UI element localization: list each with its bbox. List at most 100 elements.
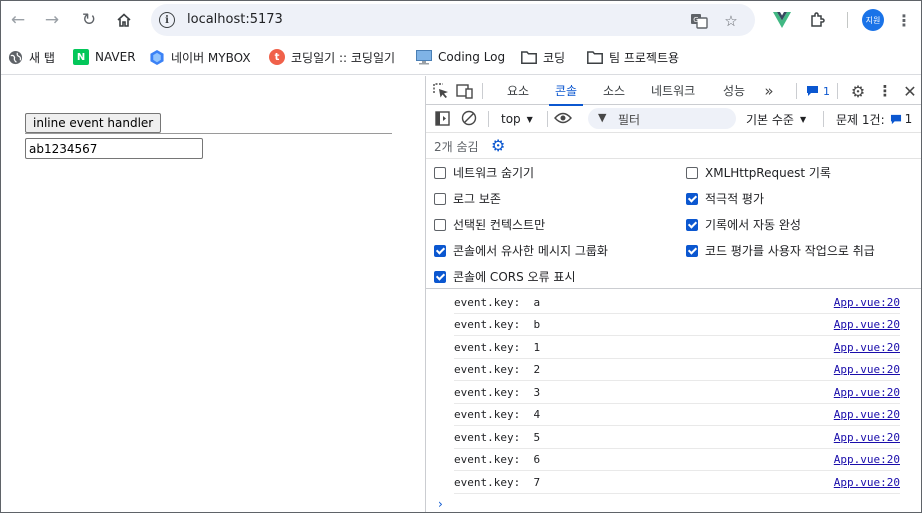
close-devtools-icon[interactable]: ✕ — [902, 82, 918, 101]
tab-divider — [837, 83, 838, 99]
context-selector[interactable]: top ▼ — [501, 111, 533, 127]
tab-sources[interactable]: 소스 — [603, 76, 625, 105]
bookmark-label: Coding Log — [438, 50, 506, 64]
issues-count: 1 — [904, 112, 913, 126]
filter-placeholder: 필터 — [618, 113, 641, 127]
log-source-link[interactable]: App.vue:20 — [834, 318, 900, 331]
log-source-link[interactable]: App.vue:20 — [834, 408, 900, 421]
settings-gear-icon[interactable]: ⚙ — [849, 82, 867, 101]
checkbox[interactable] — [434, 270, 446, 283]
bookmark-folder-coding[interactable]: 코딩 — [521, 48, 565, 66]
issues-icon — [890, 114, 901, 124]
bookmarks-bar: 새 탭 N NAVER 네이버 MYBOX t 코딩일기 :: 코딩일기 Cod… — [1, 39, 921, 75]
address-bar[interactable]: i localhost:5173 G ☆ — [151, 4, 755, 36]
log-message: event.key: 5 — [454, 431, 541, 444]
tab-elements[interactable]: 요소 — [507, 76, 529, 105]
toolbar-divider — [488, 111, 489, 127]
sidebar-toggle-icon[interactable] — [434, 110, 450, 126]
naver-icon: N — [73, 49, 89, 65]
checkbox[interactable] — [686, 244, 698, 257]
issues-badge[interactable]: 1 — [806, 83, 830, 99]
log-message: event.key: a — [454, 296, 541, 309]
log-source-link[interactable]: App.vue:20 — [834, 386, 900, 399]
log-message: event.key: 6 — [454, 453, 541, 466]
log-source-link[interactable]: App.vue:20 — [834, 341, 900, 354]
log-message: event.key: b — [454, 318, 541, 331]
more-tabs-icon[interactable]: » — [761, 82, 777, 100]
forward-icon[interactable]: → — [41, 9, 63, 31]
folder-icon — [521, 49, 537, 65]
setting-user-gesture[interactable]: 코드 평가를 사용자 작업으로 취급 — [686, 242, 875, 259]
issues-badge-count: 1 — [823, 84, 830, 98]
context-label: top — [501, 112, 521, 126]
issues-label: 문제 1건: — [836, 112, 885, 127]
issues-counter[interactable]: 문제 1건: 1 — [836, 111, 912, 127]
log-source-link[interactable]: App.vue:20 — [834, 296, 900, 309]
checkbox[interactable] — [686, 218, 698, 231]
inline-event-handler-button[interactable]: inline event handler — [25, 113, 162, 133]
setting-eager-evaluation[interactable]: 적극적 평가 — [686, 190, 764, 207]
site-info-icon[interactable]: i — [159, 12, 175, 28]
inspect-element-icon[interactable] — [432, 82, 450, 100]
browser-window: ← → ↻ i localhost:5173 G ☆ 지원 ⋮ 새 탭 N NA… — [0, 0, 922, 513]
checkbox[interactable] — [434, 192, 446, 205]
console-log-row: event.key: b App.vue:20 — [454, 314, 900, 336]
reload-icon[interactable]: ↻ — [78, 9, 100, 31]
log-level-selector[interactable]: 기본 수준 ▼ — [746, 111, 806, 127]
bookmark-folder-team[interactable]: 팀 프로젝트용 — [587, 48, 679, 66]
setting-log-xhr[interactable]: XMLHttpRequest 기록 — [686, 164, 831, 181]
setting-selected-context-only[interactable]: 선택된 컨텍스트만 — [434, 216, 545, 233]
toolbar-divider — [547, 111, 548, 127]
filter-input[interactable]: ▼ 필터 — [588, 108, 736, 129]
tab-performance[interactable]: 성능 — [723, 76, 745, 105]
vue-devtools-icon[interactable] — [772, 10, 792, 30]
home-icon[interactable] — [113, 9, 135, 31]
console-settings-gear-icon[interactable]: ⚙ — [491, 136, 505, 155]
log-source-link[interactable]: App.vue:20 — [834, 431, 900, 444]
console-toolbar: top ▼ ▼ 필터 기본 수준 ▼ 문제 1건: 1 — [426, 105, 921, 133]
dropdown-arrow-icon: ▼ — [799, 114, 807, 124]
console-prompt-chevron-icon[interactable]: › — [438, 497, 443, 511]
bookmark-label: NAVER — [95, 50, 136, 64]
device-toolbar-icon[interactable] — [456, 82, 474, 100]
horizontal-rule — [25, 133, 392, 134]
log-message: event.key: 4 — [454, 408, 541, 421]
url-text[interactable]: localhost:5173 — [187, 12, 283, 27]
log-source-link[interactable]: App.vue:20 — [834, 453, 900, 466]
checkbox[interactable] — [434, 218, 446, 231]
checkbox[interactable] — [686, 192, 698, 205]
setting-group-similar[interactable]: 콘솔에서 유사한 메시지 그룹화 — [434, 242, 608, 259]
tab-network[interactable]: 네트워크 — [651, 76, 695, 105]
key-input[interactable] — [25, 138, 203, 159]
clear-console-icon[interactable] — [461, 110, 477, 126]
back-icon[interactable]: ← — [7, 9, 29, 31]
log-source-link[interactable]: App.vue:20 — [834, 363, 900, 376]
log-source-link[interactable]: App.vue:20 — [834, 476, 900, 489]
bookmark-coding-diary[interactable]: t 코딩일기 :: 코딩일기 — [269, 48, 395, 66]
extensions-icon[interactable] — [807, 10, 827, 30]
tab-console[interactable]: 콘솔 — [548, 76, 584, 106]
bookmark-naver[interactable]: N NAVER — [73, 48, 136, 66]
translate-icon[interactable]: G — [690, 12, 708, 30]
setting-hide-network[interactable]: 네트워크 숨기기 — [434, 164, 534, 181]
setting-preserve-log[interactable]: 로그 보존 — [434, 190, 501, 207]
setting-cors-errors[interactable]: 콘솔에 CORS 오류 표시 — [434, 268, 576, 285]
bookmark-new-tab[interactable]: 새 탭 — [7, 48, 55, 66]
bookmark-mybox[interactable]: 네이버 MYBOX — [149, 48, 251, 66]
toolbar-divider — [847, 12, 848, 28]
bookmark-coding-log[interactable]: Coding Log — [416, 48, 505, 66]
checkbox[interactable] — [434, 244, 446, 257]
tab-divider — [796, 83, 797, 99]
tab-divider — [482, 83, 483, 99]
console-log-row: event.key: 4 App.vue:20 — [454, 404, 900, 426]
checkbox[interactable] — [434, 166, 446, 179]
bookmark-star-icon[interactable]: ☆ — [722, 12, 740, 30]
profile-avatar[interactable]: 지원 — [862, 9, 884, 31]
devtools-menu-icon[interactable]: ⋮ — [878, 82, 893, 100]
mybox-icon — [149, 49, 165, 65]
setting-autocomplete-history[interactable]: 기록에서 자동 완성 — [686, 216, 801, 233]
live-expression-eye-icon[interactable] — [553, 110, 573, 126]
checkbox[interactable] — [686, 166, 698, 179]
menu-kebab-icon[interactable]: ⋮ — [894, 10, 914, 30]
folder-icon — [587, 49, 603, 65]
